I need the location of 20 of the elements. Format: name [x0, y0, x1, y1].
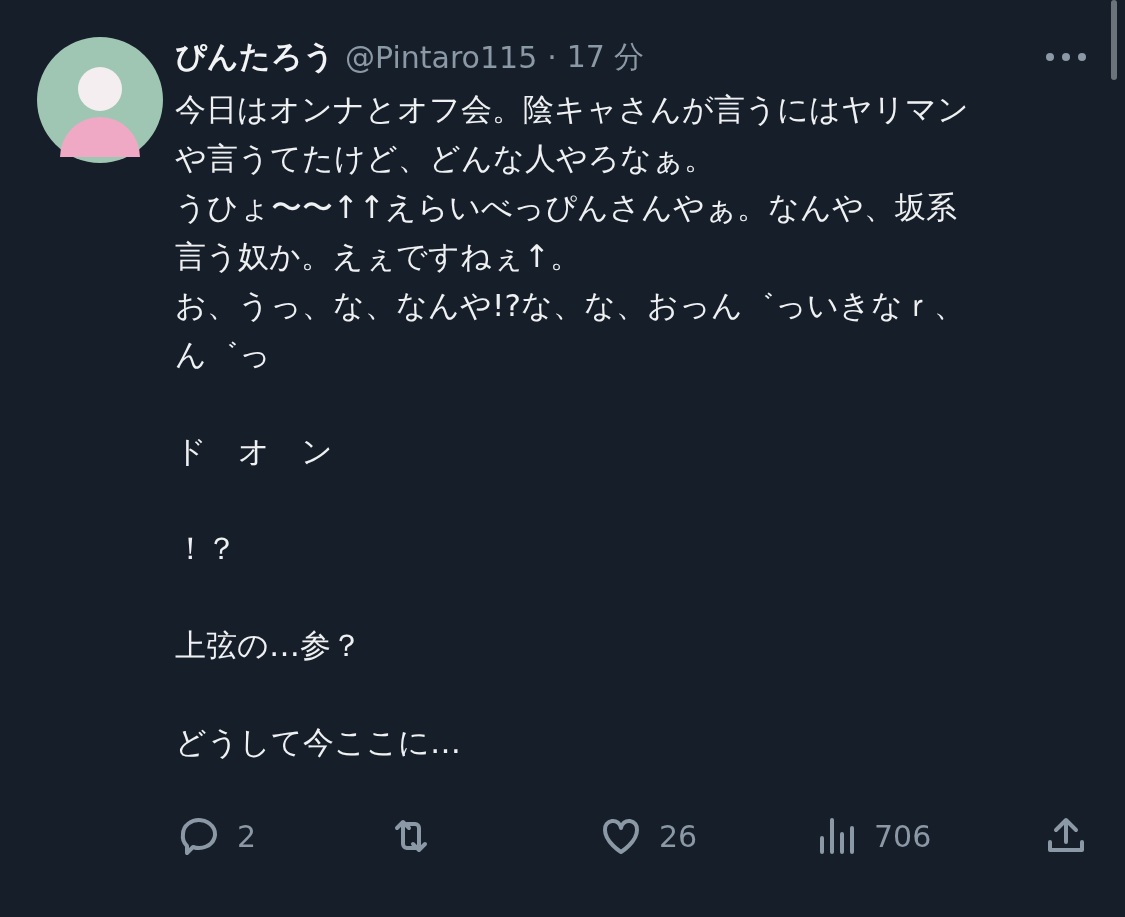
post-text-line: ！？	[175, 529, 238, 568]
post-text-line: 上弦の…参？	[175, 626, 363, 665]
author-name[interactable]: ぴんたろう	[175, 36, 335, 78]
post-text-line: や言うてたけど、どんな人やろなぁ。	[175, 139, 716, 178]
post-text-line: 今日はオンナとオフ会。陰キャさんが言うにはヤリマン	[175, 90, 970, 129]
scrollbar[interactable]	[1111, 0, 1117, 80]
author-handle[interactable]: @Pintaro115	[345, 39, 538, 75]
post-text-line: うひょ〜〜↑↑えらいべっぴんさんやぁ。なんや、坂系	[175, 188, 958, 227]
avatar[interactable]	[37, 37, 163, 163]
post-text-line: ド オ ン	[175, 432, 334, 471]
separator-dot: ·	[547, 39, 557, 75]
post-text-line: どうして今ここに…	[175, 723, 462, 762]
more-icon[interactable]	[1044, 51, 1088, 63]
action-count: 26	[659, 818, 698, 854]
action-count: 706	[874, 818, 932, 854]
post-text-line: 言う奴か。えぇですねぇ↑。	[175, 237, 582, 276]
post-text-line: お、うっ、な、なんや!?な、な、おっん゛っいきなｒ、	[175, 286, 966, 325]
post-time[interactable]: 17 分	[566, 36, 645, 78]
post-text-line: ん゛っ	[175, 335, 272, 374]
action-count: 2	[237, 818, 257, 854]
